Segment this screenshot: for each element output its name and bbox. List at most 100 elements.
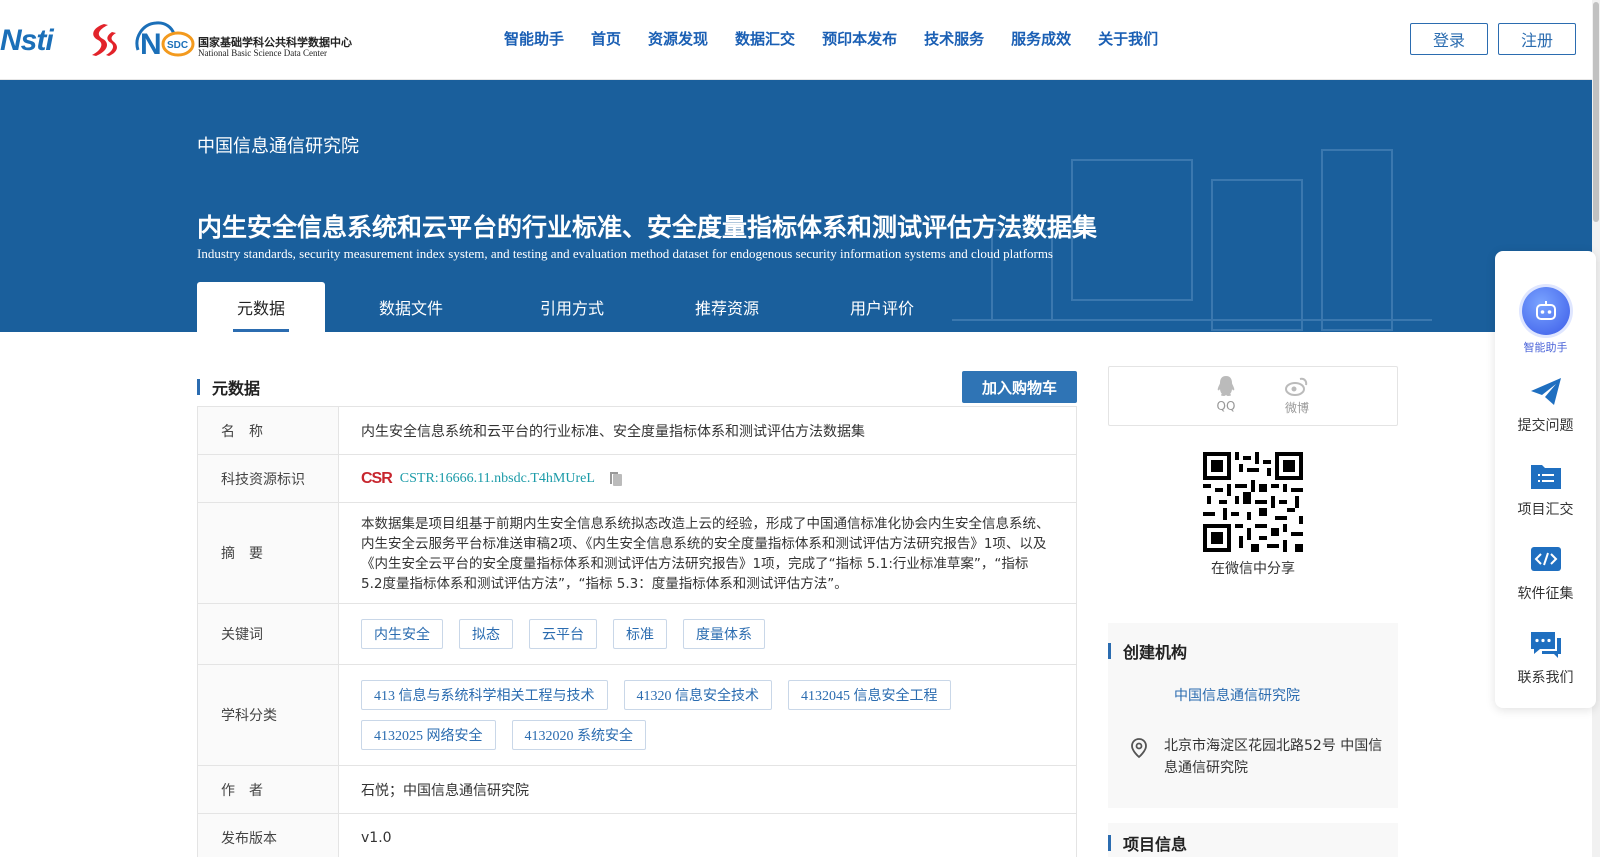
dataset-subtitle-en: Industry standards, security measurement… <box>197 246 1053 261</box>
dataset-banner: 中国信息通信研究院 内生安全信息系统和云平台的行业标准、安全度量指标体系和测试评… <box>0 80 1592 332</box>
table-row: 学科分类 413 信息与系统科学相关工程与技术 41320 信息安全技术 413… <box>198 665 1076 766</box>
cstr-link[interactable]: CSTR:16666.11.nbsdc.T4hMUreL <box>400 471 595 487</box>
metadata-table: 名 称 内生安全信息系统和云平台的行业标准、安全度量指标体系和测试评估方法数据集… <box>197 406 1077 857</box>
name-label: 名 称 <box>198 407 339 454</box>
keyword-tag[interactable]: 内生安全 <box>361 619 443 649</box>
section-accent-bar <box>1108 835 1111 851</box>
keywords-label: 关键词 <box>198 604 339 664</box>
code-icon <box>1529 543 1563 577</box>
location-pin-icon <box>1131 738 1147 759</box>
keyword-tags: 内生安全 拟态 云平台 标准 度量体系 <box>361 619 765 649</box>
section-accent-bar <box>1108 643 1111 659</box>
copy-icon[interactable] <box>609 471 623 487</box>
author-label: 作 者 <box>198 766 339 813</box>
svg-text:SDC: SDC <box>167 40 188 51</box>
nsdc-name-en: National Basic Science Data Center <box>198 48 327 58</box>
login-button[interactable]: 登录 <box>1410 23 1488 55</box>
folder-list-icon <box>1529 459 1563 493</box>
ai-assistant-button[interactable]: 智能助手 <box>1495 287 1596 355</box>
software-collection-label: 软件征集 <box>1517 586 1574 602</box>
nav-home[interactable]: 首页 <box>591 28 621 49</box>
keyword-tag[interactable]: 拟态 <box>459 619 513 649</box>
keyword-tag[interactable]: 云平台 <box>529 619 597 649</box>
nav-about[interactable]: 关于我们 <box>1098 28 1158 49</box>
register-button[interactable]: 注册 <box>1498 23 1576 55</box>
institution-card: 创建机构 中国信息通信研究院 北京市海淀区花园北路52号 中国信息通信研究院 <box>1108 623 1398 808</box>
submit-question-button[interactable]: 提交问题 <box>1495 375 1596 435</box>
project-card: 项目信息 <box>1108 823 1398 857</box>
share-box: QQ 微博 <box>1108 366 1398 426</box>
top-header: Nsti N SDC 国家基础学科公共科学数据中心 National Basic… <box>0 0 1600 80</box>
keyword-tag[interactable]: 标准 <box>613 619 667 649</box>
author-value: 石悦；中国信息通信研究院 <box>361 782 529 799</box>
qr-caption: 在微信中分享 <box>1211 561 1295 577</box>
table-row: 发布版本 v1.0 <box>198 814 1076 857</box>
project-card-title: 项目信息 <box>1123 835 1188 854</box>
abstract-value: 本数据集是项目组基于前期内生安全信息系统拟态改造上云的经验，形成了中国通信标准化… <box>361 516 1050 592</box>
add-to-cart-button[interactable]: 加入购物车 <box>962 371 1077 403</box>
scrollbar-thumb[interactable] <box>1593 2 1599 222</box>
floating-toolbar: 智能助手 提交问题 项目汇交 软件征集 联系我们 <box>1495 251 1596 708</box>
table-row: 名 称 内生安全信息系统和云平台的行业标准、安全度量指标体系和测试评估方法数据集 <box>198 407 1076 455</box>
ai-assistant-label: 智能助手 <box>1523 341 1568 354</box>
subjects-cell: 413 信息与系统科学相关工程与技术 41320 信息安全技术 4132045 … <box>339 665 1076 765</box>
nsdc-logo[interactable]: N SDC 国家基础学科公共科学数据中心 National Basic Scie… <box>134 20 354 62</box>
subject-tags: 413 信息与系统科学相关工程与技术 41320 信息安全技术 4132045 … <box>361 680 1054 750</box>
contact-us-button[interactable]: 联系我们 <box>1495 627 1596 687</box>
share-weibo-button[interactable]: 微博 <box>1277 375 1317 416</box>
keywords-cell: 内生安全 拟态 云平台 标准 度量体系 <box>339 604 1076 664</box>
nav-data-submission[interactable]: 数据汇交 <box>735 28 795 49</box>
s-brand-logo[interactable] <box>82 22 122 58</box>
robot-icon <box>1521 287 1570 335</box>
subject-tag[interactable]: 4132025 网络安全 <box>361 720 496 750</box>
nsti-logo[interactable]: Nsti <box>0 24 54 58</box>
keyword-tag[interactable]: 度量体系 <box>683 619 765 649</box>
project-card-header: 项目信息 <box>1108 831 1187 855</box>
metadata-section-header: 元数据 <box>197 372 260 402</box>
institution-card-header: 创建机构 <box>1108 639 1187 663</box>
nav-tech-service[interactable]: 技术服务 <box>924 28 984 49</box>
banner-org-name[interactable]: 中国信息通信研究院 <box>197 132 359 158</box>
cstr-value-cell: CSR CSTR:16666.11.nbsdc.T4hMUreL <box>339 455 1076 502</box>
institution-address: 北京市海淀区花园北路52号 中国信息通信研究院 <box>1164 738 1383 776</box>
tab-metadata[interactable]: 元数据 <box>197 282 325 332</box>
main-nav: 智能助手 首页 资源发现 数据汇交 预印本发布 技术服务 服务成效 关于我们 <box>504 28 1185 49</box>
nav-preprint[interactable]: 预印本发布 <box>822 28 897 49</box>
tab-recommended[interactable]: 推荐资源 <box>647 282 807 332</box>
metadata-section-title: 元数据 <box>212 379 261 398</box>
cstr-logo: CSR <box>361 469 393 487</box>
table-row: 摘 要 本数据集是项目组基于前期内生安全信息系统拟态改造上云的经验，形成了中国通… <box>198 503 1076 604</box>
dataset-tabs: 元数据 数据文件 引用方式 推荐资源 用户评价 <box>197 282 957 332</box>
project-submission-button[interactable]: 项目汇交 <box>1495 459 1596 519</box>
nav-resource-discovery[interactable]: 资源发现 <box>648 28 708 49</box>
section-accent-bar <box>197 379 200 395</box>
subject-tag[interactable]: 4132045 信息安全工程 <box>788 680 951 710</box>
nav-ai-assistant[interactable]: 智能助手 <box>504 28 564 49</box>
nsdc-mark-icon: N SDC <box>135 21 195 61</box>
share-weibo-label: 微博 <box>1284 401 1309 415</box>
subject-tag[interactable]: 41320 信息安全技术 <box>623 680 772 710</box>
nav-service-results[interactable]: 服务成效 <box>1011 28 1071 49</box>
tab-user-reviews[interactable]: 用户评价 <box>807 282 957 332</box>
software-collection-button[interactable]: 软件征集 <box>1495 543 1596 603</box>
dataset-title: 内生安全信息系统和云平台的行业标准、安全度量指标体系和测试评估方法数据集 <box>197 213 1098 242</box>
institution-link[interactable]: 中国信息通信研究院 <box>1174 685 1300 705</box>
table-row: 作 者 石悦；中国信息通信研究院 <box>198 766 1076 814</box>
share-qq-button[interactable]: QQ <box>1206 375 1246 413</box>
wechat-qr-code <box>1203 452 1303 552</box>
table-row: 关键词 内生安全 拟态 云平台 标准 度量体系 <box>198 604 1076 665</box>
weibo-icon <box>1285 377 1308 396</box>
contact-us-label: 联系我们 <box>1517 670 1574 686</box>
version-value: v1.0 <box>361 829 392 846</box>
dataset-name-value: 内生安全信息系统和云平台的行业标准、安全度量指标体系和测试评估方法数据集 <box>361 423 865 440</box>
subject-tag[interactable]: 4132020 系统安全 <box>511 720 646 750</box>
paper-plane-icon <box>1529 375 1563 409</box>
subject-tag[interactable]: 413 信息与系统科学相关工程与技术 <box>361 680 608 710</box>
tab-data-files[interactable]: 数据文件 <box>325 282 497 332</box>
submit-question-label: 提交问题 <box>1517 418 1574 434</box>
cstr-label: 科技资源标识 <box>198 455 339 502</box>
subjects-label: 学科分类 <box>198 665 339 765</box>
share-qq-label: QQ <box>1216 399 1236 413</box>
tab-citation[interactable]: 引用方式 <box>497 282 647 332</box>
institution-card-title: 创建机构 <box>1123 643 1188 662</box>
